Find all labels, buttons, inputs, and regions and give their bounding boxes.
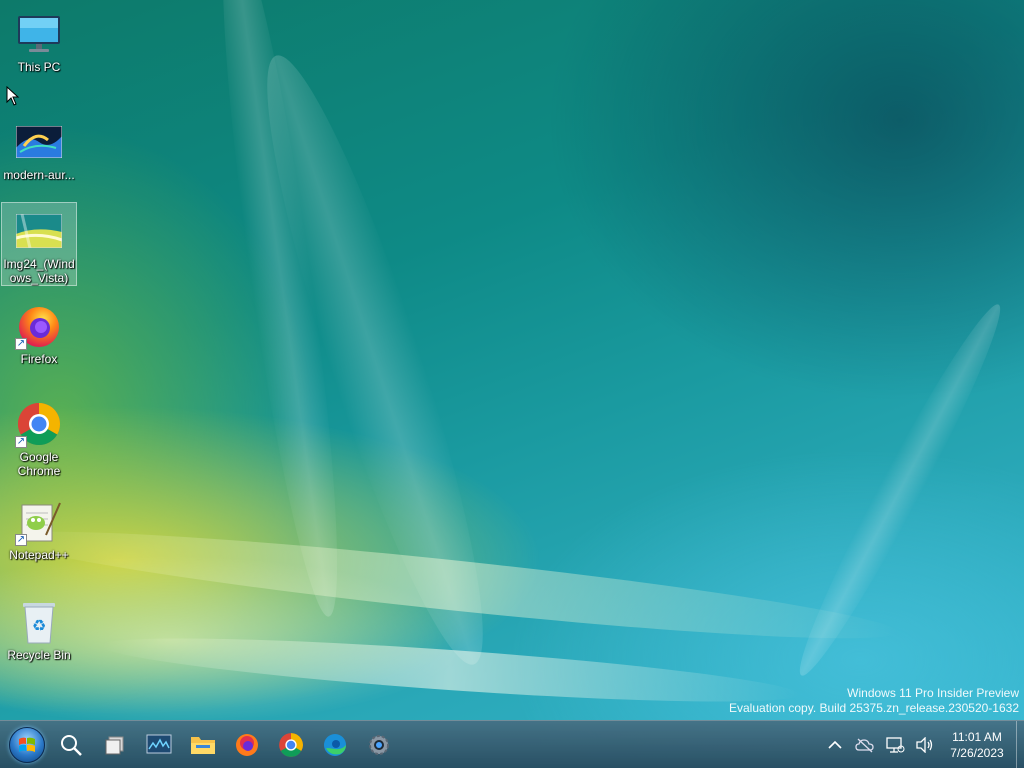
volume-icon — [916, 737, 933, 753]
settings-icon — [369, 734, 389, 755]
shortcut-arrow-icon: ↗ — [15, 338, 27, 350]
network-icon — [886, 737, 905, 753]
file-explorer-icon — [191, 736, 215, 754]
file-explorer-button[interactable] — [181, 723, 225, 767]
task-view-button[interactable] — [93, 723, 137, 767]
clock-time: 11:01 AM — [952, 730, 1002, 744]
taskbar-firefox-button[interactable] — [225, 723, 269, 767]
taskbar-edge-button[interactable] — [313, 723, 357, 767]
shortcut-arrow-icon: ↗ — [15, 534, 27, 546]
desktop-icon-notepadpp[interactable]: ↗ Notepad++ — [1, 494, 77, 562]
search-icon — [61, 734, 82, 756]
watermark-build: Evaluation copy. Build 25375.zn_release.… — [729, 701, 1019, 715]
edge-icon — [324, 733, 346, 756]
start-button[interactable] — [5, 723, 49, 767]
taskbar-chrome-button[interactable] — [269, 723, 313, 767]
desktop-icon-this-pc[interactable]: This PC — [1, 6, 77, 74]
mouse-cursor-icon — [6, 86, 20, 106]
chrome-icon: ↗ — [15, 400, 63, 448]
chevron-up-icon — [828, 740, 842, 749]
desktop-icon-label: Notepad++ — [9, 548, 69, 562]
clock-date: 7/26/2023 — [950, 746, 1004, 760]
task-manager-icon — [146, 734, 172, 753]
shortcut-arrow-icon: ↗ — [15, 436, 27, 448]
chrome-icon — [279, 732, 303, 757]
search-button[interactable] — [49, 723, 93, 767]
desktop-icon-firefox[interactable]: ↗ Firefox — [1, 298, 77, 366]
network-tray-button[interactable] — [880, 730, 910, 760]
desktop-icon-label: This PC — [17, 60, 61, 74]
system-tray: 11:01 AM 7/26/2023 — [820, 721, 1024, 768]
taskbar: 11:01 AM 7/26/2023 — [0, 720, 1024, 768]
show-hidden-icons-button[interactable] — [820, 730, 850, 760]
windows-watermark: Windows 11 Pro Insider Preview Evaluatio… — [729, 686, 1019, 716]
onedrive-offline-icon — [855, 738, 874, 753]
taskbar-clock[interactable]: 11:01 AM 7/26/2023 — [940, 729, 1014, 761]
desktop-icon-label: Google Chrome — [17, 450, 61, 478]
watermark-edition: Windows 11 Pro Insider Preview — [847, 686, 1019, 700]
task-manager-button[interactable] — [137, 723, 181, 767]
start-orb-icon — [9, 726, 45, 763]
recycle-bin-icon: ♻ — [15, 598, 63, 646]
taskbar-settings-button[interactable] — [357, 723, 401, 767]
image-file-icon — [15, 207, 63, 255]
desktop-icon-recycle-bin[interactable]: ♻ Recycle Bin — [1, 594, 77, 662]
show-desktop-button[interactable] — [1016, 721, 1024, 768]
firefox-icon — [236, 733, 258, 756]
desktop-icon-label: modern-aur... — [3, 168, 75, 182]
volume-tray-button[interactable] — [910, 730, 940, 760]
desktop-icon-label: Firefox — [20, 352, 58, 366]
desktop[interactable]: This PC modern-aur... Img24_(Windows_Vis… — [0, 0, 1024, 720]
desktop-icon-img24[interactable]: Img24_(Windows_Vista) — [1, 202, 77, 286]
desktop-icon-label: Img24_(Windows_Vista) — [3, 257, 75, 285]
desktop-icon-google-chrome[interactable]: ↗ Google Chrome — [1, 396, 77, 478]
desktop-icon-label: Recycle Bin — [7, 648, 71, 662]
monitor-icon — [15, 10, 63, 58]
onedrive-tray-button[interactable] — [850, 730, 880, 760]
svg-text:♻: ♻ — [32, 616, 46, 635]
image-file-icon — [15, 118, 63, 166]
notepadpp-icon: ↗ — [15, 498, 63, 546]
firefox-icon: ↗ — [15, 302, 63, 350]
task-view-icon — [105, 736, 124, 754]
desktop-icon-modern-aurora[interactable]: modern-aur... — [1, 114, 77, 182]
